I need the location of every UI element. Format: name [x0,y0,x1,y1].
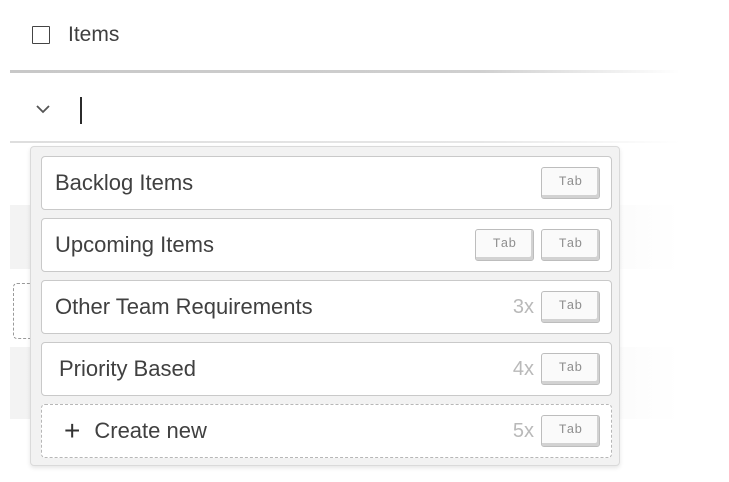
select-all-checkbox[interactable] [32,26,50,44]
chevron-down-icon[interactable] [35,104,51,114]
tab-key-hint: Tab [541,415,600,447]
item-count: 4x [512,357,534,380]
plus-icon: + [64,415,81,446]
menu-item-label: Priority Based [59,356,196,381]
text-cursor[interactable] [80,97,82,124]
tab-key-hint: Tab [541,229,600,261]
menu-item-upcoming-items[interactable]: Upcoming Items Tab Tab [41,218,612,272]
item-count: 3x [512,295,534,318]
items-header-label: Items [68,23,120,46]
tab-key-hint: Tab [541,353,600,385]
menu-item-backlog-items[interactable]: Backlog Items Tab [41,156,612,210]
input-divider [10,141,680,143]
header-divider [10,70,680,73]
items-header: Items [32,22,119,48]
menu-item-priority-based[interactable]: Priority Based 4x Tab [41,342,612,396]
tab-key-hint: Tab [541,291,600,323]
menu-item-label: Other Team Requirements [55,294,313,319]
dropdown-menu: Backlog Items Tab Upcoming Items Tab Tab… [30,146,620,466]
menu-item-other-team-requirements[interactable]: Other Team Requirements 3x Tab [41,280,612,334]
item-count: 5x [512,419,534,442]
tab-key-hint: Tab [541,167,600,199]
tab-key-hint: Tab [475,229,534,261]
create-new-label: Create new [94,418,207,443]
create-new-button[interactable]: + Create new 5x Tab [41,404,612,458]
menu-item-label: Backlog Items [55,170,194,195]
menu-item-label: Upcoming Items [55,232,214,257]
